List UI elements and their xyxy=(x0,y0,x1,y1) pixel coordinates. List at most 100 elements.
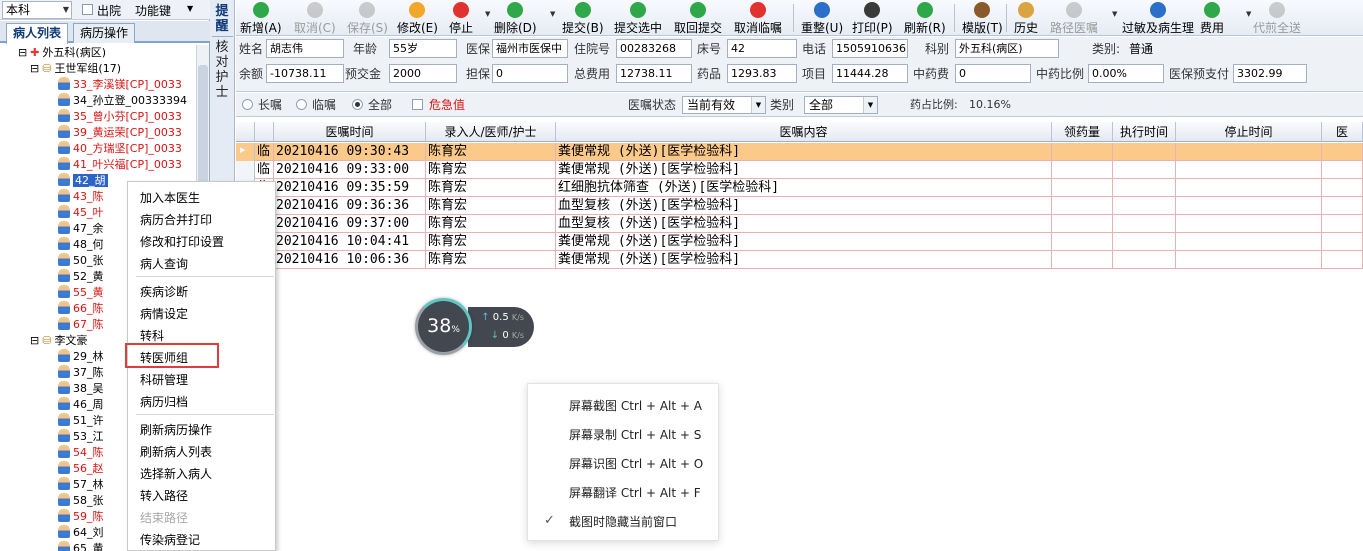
context-menu-item[interactable]: 疾病诊断 xyxy=(140,282,188,302)
tree-patient-node[interactable]: 33_李溪镁[CP]_0033 xyxy=(58,77,182,93)
total-field[interactable]: 12738.11 xyxy=(616,64,692,83)
item-field[interactable]: 11444.28 xyxy=(832,64,908,83)
column-header[interactable]: 领药量 xyxy=(1052,122,1113,142)
tree-patient-node[interactable]: 40_方瑞坚[CP]_0033 xyxy=(58,141,182,157)
toolbar-button-reorganize[interactable]: 重整(U) xyxy=(801,0,843,36)
context-menu-item[interactable]: 科研管理 xyxy=(140,370,188,390)
tree-patient-node[interactable]: 48_何 xyxy=(58,237,104,253)
context-menu-item[interactable]: 传染病登记 xyxy=(140,530,200,550)
dept-select[interactable]: 本科 ▼ xyxy=(2,1,72,19)
allergy-dropdown-chevron-icon[interactable]: ▼ xyxy=(1112,10,1117,18)
toolbar-button-submit-selected[interactable]: 提交选中 xyxy=(614,0,662,36)
tree-patient-node[interactable]: 66_陈 xyxy=(58,301,104,317)
table-row[interactable]: 临 20210416 09:33:00 陈育宏 粪便常规 (外送)[医学检验科] xyxy=(236,161,1363,179)
tree-patient-node[interactable]: 37_陈 xyxy=(58,365,104,381)
screenshot-menu-item[interactable]: 屏幕截图 Ctrl + Alt + A xyxy=(569,397,702,415)
tree-patient-node[interactable]: 39_黄运荣[CP]_0033 xyxy=(58,125,182,141)
balance-field[interactable]: -10738.11 xyxy=(266,64,344,83)
tab-patient-list[interactable]: 病人列表 xyxy=(6,23,69,44)
screenshot-menu-item[interactable]: 屏幕录制 Ctrl + Alt + S xyxy=(569,426,701,444)
bed-field[interactable]: 42 xyxy=(727,39,797,58)
context-menu-item[interactable]: 加入本医生 xyxy=(140,188,200,208)
delete-dropdown-chevron-icon[interactable]: ▼ xyxy=(550,10,555,18)
table-row[interactable]: 临20210416 10:06:36陈育宏粪便常规 (外送)[医学检验科] xyxy=(236,251,1363,269)
toolbar-button-allergy[interactable]: 过敏及病生理 xyxy=(1122,0,1194,36)
tree-patient-node[interactable]: 58_张 xyxy=(58,493,104,509)
scrollbar-thumb[interactable] xyxy=(198,65,208,185)
toolbar-button-retrieve[interactable]: 取回提交 xyxy=(674,0,722,36)
tree-patient-node[interactable]: 53_江 xyxy=(58,429,104,445)
table-row[interactable]: ▸ 临 20210416 09:30:43 陈育宏 粪便常规 (外送)[医学检验科] xyxy=(236,143,1363,161)
context-menu-item[interactable]: 刷新病人列表 xyxy=(140,442,212,462)
context-menu-item[interactable]: 刷新病历操作 xyxy=(140,420,212,440)
tree-patient-node[interactable]: 67_陈 xyxy=(58,317,104,333)
chevron-down-icon[interactable]: ▼ xyxy=(187,4,193,13)
tree-patient-node[interactable]: 46_周 xyxy=(58,397,104,413)
toolbar-button-stop[interactable]: 停止 xyxy=(449,0,473,36)
fee-dropdown-chevron-icon[interactable]: ▼ xyxy=(1246,10,1251,18)
toolbar-button-print[interactable]: 打印(P) xyxy=(852,0,893,36)
name-field[interactable]: 胡志伟 xyxy=(266,39,344,58)
table-row[interactable]: 临20210416 09:37:00陈育宏血型复核 (外送)[医学检验科] xyxy=(236,215,1363,233)
tree-group-node[interactable]: ⊟ ⛁ 李文豪 xyxy=(30,333,87,349)
radio-long-term[interactable] xyxy=(242,99,253,110)
context-menu-item[interactable]: 病历合并打印 xyxy=(140,210,212,230)
tree-toggle-icon[interactable]: ⊟ xyxy=(30,334,39,347)
toolbar-button-save[interactable]: 保存(S) xyxy=(347,0,388,36)
context-menu-item[interactable]: 病历归档 xyxy=(140,392,188,412)
type-select[interactable]: 全部 ▼ xyxy=(804,96,878,114)
function-key-menu[interactable]: 功能键 xyxy=(135,2,171,19)
checker-nurse-tab[interactable]: 核对护士 xyxy=(215,40,229,100)
discharge-checkbox[interactable] xyxy=(82,4,93,15)
toolbar-button-template[interactable]: 模版(T) xyxy=(962,0,1003,36)
tree-patient-node[interactable]: 56_赵 xyxy=(58,461,104,477)
context-menu-item[interactable]: 转入路径 xyxy=(140,486,188,506)
tree-patient-node[interactable]: 52_黄 xyxy=(58,269,104,285)
toolbar-button-pathway[interactable]: 路径医嘱 xyxy=(1050,0,1098,36)
tree-group-node[interactable]: ⊟ ⛁ 王世军组(17) xyxy=(30,61,121,77)
tree-patient-node[interactable]: 45_叶 xyxy=(58,205,104,221)
toolbar-button-edit[interactable]: 修改(E) xyxy=(397,0,438,36)
tree-patient-node[interactable]: 43_陈 xyxy=(58,189,104,205)
network-speed-widget[interactable]: ↑ 0.5 K/s ↓ 0 K/s 38% xyxy=(415,298,534,355)
row-indicator[interactable] xyxy=(236,161,255,179)
tree-patient-node[interactable]: 55_黄 xyxy=(58,285,104,301)
tree-patient-node[interactable]: 34_孙立登_00333394 xyxy=(58,93,187,109)
herb-ratio-field[interactable]: 0.00% xyxy=(1088,64,1164,83)
toolbar-button-undo[interactable]: 取消(C) xyxy=(294,0,336,36)
table-row[interactable]: 临20210416 10:04:41陈育宏粪便常规 (外送)[医学检验科] xyxy=(236,233,1363,251)
tree-patient-node[interactable]: 50_张 xyxy=(58,253,104,269)
context-menu-item[interactable]: 病情设定 xyxy=(140,304,188,324)
column-header[interactable]: 医嘱内容 xyxy=(556,122,1052,142)
row-indicator[interactable]: ▸ xyxy=(236,143,255,161)
toolbar-button-decoct[interactable]: 代煎全送 xyxy=(1253,0,1301,36)
screenshot-menu-item[interactable]: 屏幕翻译 Ctrl + Alt + F xyxy=(569,484,701,502)
toolbar-button-refresh[interactable]: 刷新(R) xyxy=(904,0,946,36)
herb-field[interactable]: 0 xyxy=(955,64,1031,83)
toolbar-button-cancel-temp[interactable]: 取消临嘱 xyxy=(734,0,782,36)
tree-patient-node[interactable]: 51_许 xyxy=(58,413,104,429)
radio-temporary[interactable] xyxy=(296,99,307,110)
tree-patient-node[interactable]: 65_黄 xyxy=(58,541,104,551)
column-header[interactable]: 录入人/医师/护士 xyxy=(426,122,556,142)
tree-toggle-icon[interactable]: ⊟ xyxy=(18,46,27,59)
tree-patient-node[interactable]: 42_胡 xyxy=(58,173,108,189)
tree-patient-node[interactable]: 41_叶兴福[CP]_0033 xyxy=(58,157,182,173)
tree-dept-node[interactable]: ⊟ ✚ 外五科(病区) xyxy=(18,45,106,61)
admission-field[interactable]: 00283268 xyxy=(616,39,692,58)
toolbar-button-submit[interactable]: 提交(B) xyxy=(562,0,604,36)
toolbar-button-fee[interactable]: 费用 xyxy=(1200,0,1224,36)
table-row[interactable]: 临20210416 09:36:36陈育宏血型复核 (外送)[医学检验科] xyxy=(236,197,1363,215)
radio-all[interactable] xyxy=(352,99,363,110)
tree-patient-node[interactable]: 47_余 xyxy=(58,221,104,237)
column-header[interactable]: 医 xyxy=(1322,122,1363,142)
tree-patient-node[interactable]: 64_刘 xyxy=(58,525,104,541)
column-header[interactable]: 执行时间 xyxy=(1113,122,1176,142)
guarantee-field[interactable]: 0 xyxy=(492,64,568,83)
toolbar-button-delete[interactable]: 删除(D) xyxy=(494,0,537,36)
tree-patient-node[interactable]: 57_林 xyxy=(58,477,104,493)
phone-field[interactable]: 15059106361 xyxy=(832,39,908,58)
tree-patient-node[interactable]: 54_陈 xyxy=(58,445,104,461)
context-menu-item[interactable]: 病人查询 xyxy=(140,254,188,274)
screenshot-menu-item[interactable]: 截图时隐藏当前窗口 xyxy=(569,513,677,531)
